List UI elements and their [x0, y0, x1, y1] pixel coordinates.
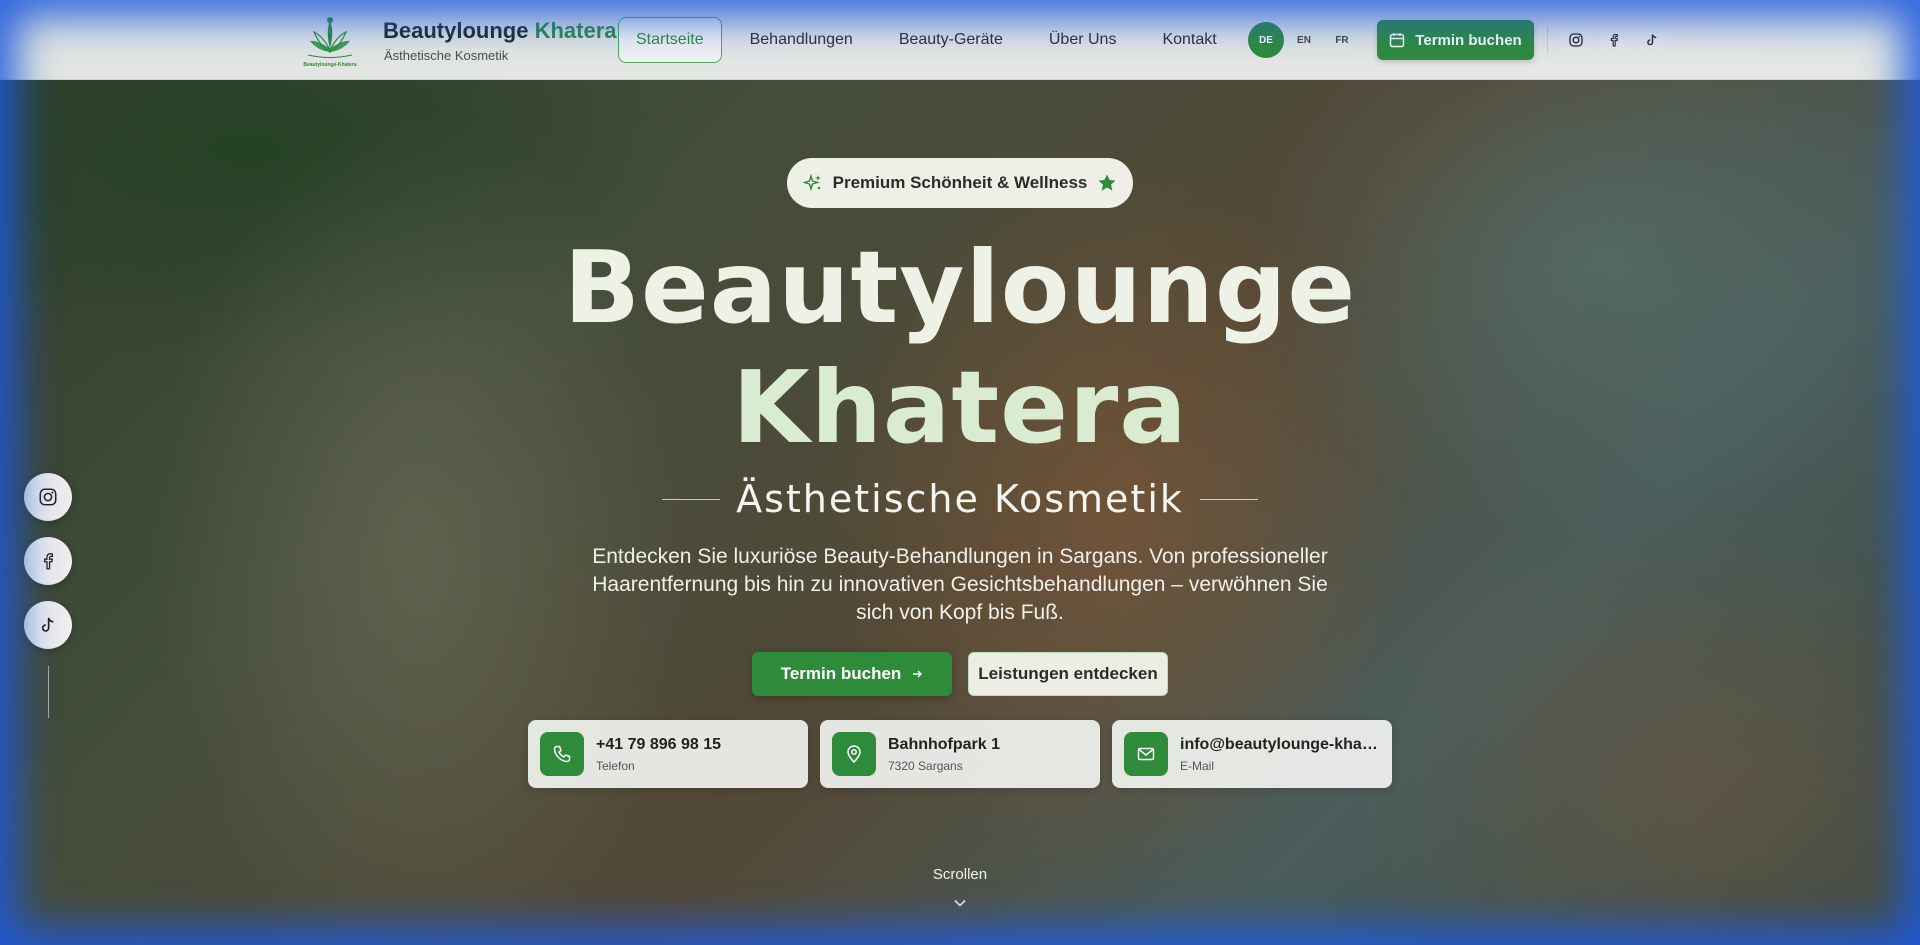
tiktok-icon [1647, 34, 1657, 46]
phone-icon [553, 745, 571, 763]
site-header: Beautylounge-Khatera Beautylounge Khater… [0, 0, 1920, 80]
arrow-right-icon [913, 670, 923, 678]
nav-item-ueber-uns[interactable]: Über Uns [1031, 17, 1135, 63]
scroll-indicator-text[interactable]: Scrollen [0, 866, 1920, 883]
brand-name-main: Beautylounge [383, 18, 529, 43]
calendar-icon [1390, 33, 1405, 48]
facebook-icon [1610, 33, 1618, 47]
brand-tagline: Ästhetische Kosmetik [384, 48, 509, 63]
subtitle-line-left [662, 498, 721, 500]
tiktok-icon [41, 617, 54, 632]
hero-badge: Premium Schönheit & Wellness [787, 158, 1133, 208]
language-switcher: DE EN FR [1246, 21, 1364, 59]
hero-title-line2: Khatera [732, 349, 1188, 466]
hero-services-button[interactable]: Leistungen entdecken [968, 652, 1168, 696]
hero-description: Entdecken Sie luxuriöse Beauty-Behandlun… [592, 545, 1328, 624]
lang-de-button[interactable]: DE [1248, 22, 1284, 58]
contact-card-phone[interactable]: +41 79 896 98 15 Telefon [528, 720, 808, 788]
side-social-divider [48, 666, 49, 718]
header-book-button[interactable]: Termin buchen [1377, 20, 1534, 60]
address-city: 7320 Sargans [888, 759, 963, 773]
hero-book-label: Termin buchen [780, 664, 902, 683]
hero-subtitle-row: Ästhetische Kosmetik [0, 474, 1920, 524]
nav-item-kontakt[interactable]: Kontakt [1144, 17, 1234, 63]
card-icon-wrapper [1124, 732, 1168, 776]
card-icon-wrapper [540, 732, 584, 776]
header-facebook-button[interactable] [1598, 24, 1630, 56]
lang-fr-button[interactable]: FR [1324, 22, 1360, 58]
header-book-label: Termin buchen [1415, 31, 1522, 49]
nav-item-startseite[interactable]: Startseite [618, 17, 722, 63]
facebook-icon [44, 553, 54, 570]
side-facebook-button[interactable] [24, 537, 72, 585]
nav-item-behandlungen[interactable]: Behandlungen [732, 17, 871, 63]
phone-label: Telefon [596, 759, 635, 773]
address-street: Bahnhofpark 1 [888, 736, 1001, 753]
hero-overlay [0, 0, 1920, 945]
header-divider [1547, 26, 1548, 54]
hero-title-line1: Beautylounge [563, 229, 1357, 346]
lang-en-button[interactable]: EN [1286, 22, 1322, 58]
contact-card-email[interactable]: info@beautylounge-khatera.ch E-Mail [1112, 720, 1392, 788]
brand-name[interactable]: Beautylounge Khatera [383, 18, 617, 44]
header-tiktok-button[interactable] [1636, 24, 1668, 56]
main-nav: Startseite Behandlungen Beauty-Geräte Üb… [618, 17, 1245, 63]
map-pin-icon [847, 745, 861, 764]
star-icon [1098, 174, 1116, 191]
phone-number: +41 79 896 98 15 [596, 736, 722, 753]
brand-name-accent: Khatera [534, 18, 617, 43]
hero-book-button[interactable]: Termin buchen [752, 652, 952, 696]
instagram-icon [1569, 33, 1583, 47]
logo-text: Beautylounge-Khatera [303, 62, 357, 68]
nav-item-beauty-geraete[interactable]: Beauty-Geräte [881, 17, 1021, 63]
side-tiktok-button[interactable] [24, 601, 72, 649]
header-instagram-button[interactable] [1560, 24, 1592, 56]
email-address: info@beautylounge-khatera.ch [1180, 736, 1380, 753]
sparkles-icon [802, 173, 821, 192]
hero-badge-text: Premium Schönheit & Wellness [832, 173, 1088, 192]
email-label: E-Mail [1180, 759, 1215, 773]
chevron-down-icon[interactable] [952, 895, 968, 911]
hero-subtitle: Ästhetische Kosmetik [736, 477, 1184, 521]
mail-icon [1137, 747, 1155, 761]
brand-logo[interactable]: Beautylounge-Khatera [300, 14, 360, 72]
contact-card-address[interactable]: Bahnhofpark 1 7320 Sargans [820, 720, 1100, 788]
subtitle-line-right [1199, 498, 1258, 500]
card-icon-wrapper [832, 732, 876, 776]
